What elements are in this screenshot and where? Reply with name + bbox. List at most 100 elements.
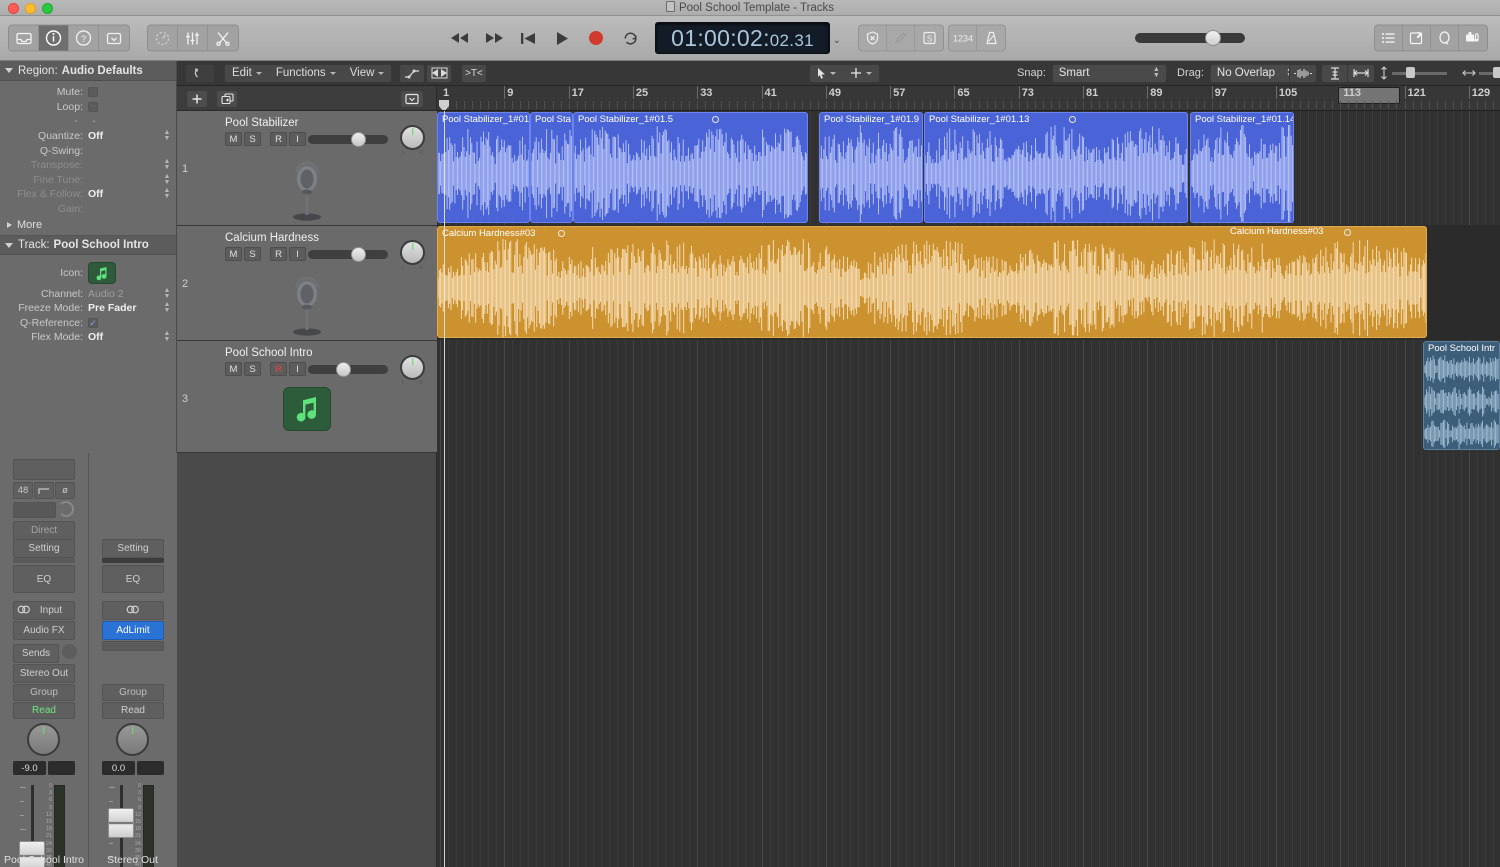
- disclosure-triangle-icon[interactable]: [7, 221, 12, 228]
- notepad-icon[interactable]: [1403, 25, 1431, 51]
- flex-mode-value[interactable]: Off: [88, 331, 163, 343]
- peak-value-field[interactable]: [137, 761, 164, 775]
- solo-icon[interactable]: S: [915, 26, 943, 51]
- region-loop-icon[interactable]: [558, 230, 565, 237]
- eq-thumbnail[interactable]: [13, 558, 75, 563]
- pencil-icon[interactable]: [887, 25, 915, 51]
- snap-control[interactable]: Snap: Smart ▲ ▼: [1017, 63, 1167, 83]
- list-editors-icon[interactable]: [1375, 25, 1403, 51]
- toolbar-icon[interactable]: [99, 26, 129, 51]
- input-monitor-button[interactable]: I: [289, 362, 306, 376]
- track-row-flex-mode[interactable]: Flex Mode: Off ▲ ▼: [0, 330, 176, 345]
- audio-region[interactable]: Pool Stabilizer_1#01.9: [819, 112, 923, 223]
- vertical-zoom-icon[interactable]: [1321, 63, 1349, 83]
- region-more-row[interactable]: More: [0, 216, 176, 233]
- mute-button[interactable]: M: [225, 362, 242, 376]
- music-note-icon[interactable]: [283, 387, 331, 431]
- pan-knob[interactable]: LR: [400, 125, 425, 156]
- record-enable-button[interactable]: R: [270, 132, 287, 146]
- track-row-freeze-mode[interactable]: Freeze Mode: Pre Fader ▲ ▼: [0, 301, 176, 316]
- audio-region[interactable]: Pool Stabilizer_1#01.13: [924, 112, 1188, 223]
- track-row-channel[interactable]: Channel: Audio 2 ▲ ▼: [0, 286, 176, 301]
- metronome-icon[interactable]: [977, 26, 1005, 51]
- track-buttons[interactable]: M S R I: [225, 247, 306, 261]
- automation-icon[interactable]: [399, 63, 426, 83]
- input-slot[interactable]: Input: [13, 601, 75, 620]
- automation-mode-button[interactable]: Read: [102, 702, 164, 719]
- q-reference-checkbox[interactable]: ✓: [88, 317, 98, 328]
- waveform-zoom-icon[interactable]: [1289, 63, 1317, 83]
- media-browser-icon[interactable]: [1459, 26, 1487, 51]
- slope-icon[interactable]: [34, 482, 54, 499]
- bit-depth-field[interactable]: 48: [13, 482, 33, 499]
- region-row-transpose[interactable]: Transpose: ▲ ▼: [0, 158, 176, 173]
- automation-mode-button[interactable]: Read: [13, 702, 75, 719]
- track-name[interactable]: Calcium Hardness: [225, 232, 319, 244]
- channel-value[interactable]: Audio 2: [88, 288, 163, 300]
- zoom-slider-handle[interactable]: [1493, 66, 1500, 78]
- volume-value-field[interactable]: -9.0: [13, 761, 46, 775]
- timeline-ruler[interactable]: 1 9 17 25 33 41 49 57 65 73 81 89 97 105 113 121 129: [437, 86, 1500, 111]
- plugin-slot-adlimit[interactable]: AdLimit: [102, 621, 164, 640]
- edit-menu[interactable]: Edit: [225, 64, 269, 83]
- play-button[interactable]: [545, 25, 579, 51]
- volume-slider-handle[interactable]: [336, 362, 351, 377]
- metronome-group[interactable]: 1234: [948, 24, 1006, 52]
- region-row-mute[interactable]: Mute:: [0, 85, 176, 100]
- menu-group[interactable]: Edit Functions View: [224, 63, 393, 83]
- stepper-icon[interactable]: ▲▼: [163, 158, 171, 171]
- audio-device-field[interactable]: [13, 459, 75, 480]
- view-menu[interactable]: View: [343, 64, 392, 83]
- peak-value-field[interactable]: [48, 761, 75, 775]
- mute-button[interactable]: M: [225, 132, 242, 146]
- inspector-icon[interactable]: [39, 25, 69, 51]
- volume-slider[interactable]: [308, 132, 388, 147]
- direct-monitoring-button[interactable]: Direct: [13, 521, 75, 540]
- duplicate-track-button[interactable]: [216, 90, 238, 108]
- stepper-icon[interactable]: ▲▼: [163, 173, 171, 186]
- drag-control[interactable]: Drag: No Overlap ▲▼: [1177, 63, 1300, 83]
- track-inspector-header[interactable]: Track: Pool School Intro: [0, 235, 176, 256]
- audio-fx-slot[interactable]: Audio FX: [13, 621, 75, 640]
- snap-dropdown[interactable]: Smart ▲ ▼: [1051, 63, 1167, 83]
- region-row-gain[interactable]: Gain:: [0, 202, 176, 217]
- track-name[interactable]: Pool Stabilizer: [225, 117, 299, 129]
- drag-dropdown[interactable]: No Overlap ▲▼: [1209, 63, 1300, 83]
- transport-controls[interactable]: [443, 25, 647, 51]
- track-buttons[interactable]: M S R I: [225, 132, 306, 146]
- volume-slider[interactable]: [308, 362, 388, 377]
- master-volume-slider[interactable]: [1135, 30, 1245, 46]
- audio-region[interactable]: Pool Stabilizer_1#01.14: [1190, 112, 1294, 223]
- input-slot[interactable]: [102, 601, 164, 620]
- view-toggle-group[interactable]: ?: [8, 24, 130, 52]
- region-row-finetune[interactable]: Fine Tune: ▲ ▼: [0, 173, 176, 188]
- functions-menu[interactable]: Functions: [269, 64, 343, 83]
- pan-knob[interactable]: LR: [400, 355, 425, 386]
- disclosure-triangle-icon[interactable]: [5, 242, 13, 248]
- sends-slot[interactable]: Sends: [13, 644, 59, 663]
- go-to-beginning-button[interactable]: [511, 25, 545, 51]
- eq-thumbnail[interactable]: [102, 558, 164, 563]
- add-track-button[interactable]: [186, 90, 208, 108]
- arrange-canvas[interactable]: Pool Stabilizer_1#01. Pool Sta Pool Stabil…: [437, 111, 1500, 867]
- track-header-1[interactable]: 1 Pool Stabilizer M S R I LR: [177, 111, 437, 226]
- vertical-zoom-slider[interactable]: [1379, 66, 1447, 80]
- track-row-qreference[interactable]: Q-Reference: ✓: [0, 316, 176, 331]
- microphone-icon[interactable]: [283, 159, 331, 224]
- audio-region[interactable]: Calcium Hardness#03: [437, 226, 1427, 338]
- quantize-value[interactable]: Off: [88, 130, 163, 142]
- gain-knob[interactable]: [58, 501, 74, 517]
- low-latency-icon[interactable]: [859, 25, 887, 51]
- volume-value-field[interactable]: 0.0: [102, 761, 135, 775]
- catch-playhead-icon[interactable]: >T<: [461, 63, 488, 83]
- smart-controls-icon[interactable]: [148, 25, 178, 51]
- audio-region[interactable]: Pool Stabilizer_1#01.: [437, 112, 530, 223]
- track-row-icon[interactable]: Icon:: [0, 260, 176, 286]
- region-loop-icon[interactable]: [1069, 116, 1076, 123]
- track-header-3[interactable]: 3 Pool School Intro M S R I LR: [177, 341, 437, 453]
- eq-button[interactable]: EQ: [102, 565, 164, 593]
- record-button[interactable]: [579, 25, 613, 51]
- stepper-icon[interactable]: ▲▼: [163, 330, 171, 343]
- solo-button[interactable]: S: [244, 362, 261, 376]
- output-slot[interactable]: Stereo Out: [13, 664, 75, 683]
